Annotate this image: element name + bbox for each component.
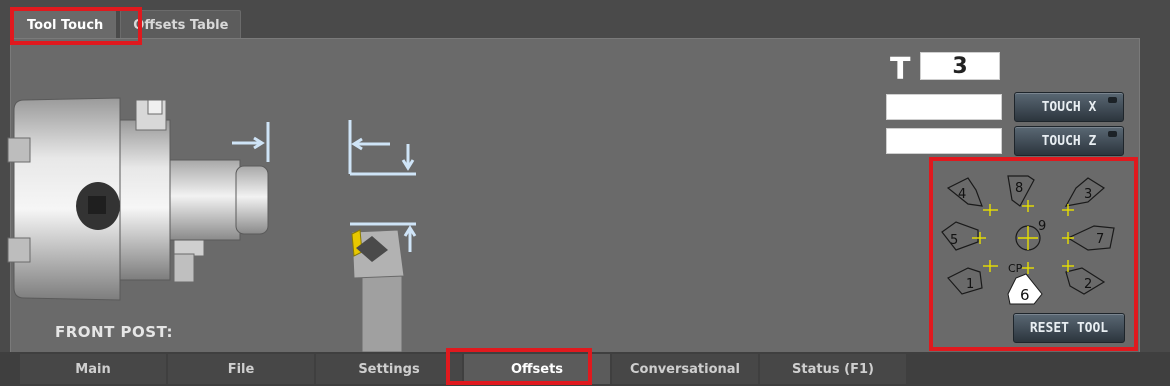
orientation-label-9: 9	[1038, 219, 1046, 234]
lathe-diagram	[7, 97, 417, 352]
tab-offsets[interactable]: Offsets	[464, 354, 610, 384]
orientation-1-shape[interactable]	[947, 267, 983, 295]
orientation-label-3: 3	[1084, 187, 1092, 202]
touch-x-button[interactable]: TOUCH X	[1014, 92, 1124, 122]
touch-x-led-icon	[1108, 97, 1117, 103]
orientation-label-1: 1	[966, 277, 974, 292]
tool-holder-icon	[350, 222, 417, 352]
orientation-label-6: 6	[1020, 286, 1030, 304]
orientation-label-cp: CP	[1008, 262, 1023, 275]
tool-label: T	[890, 52, 911, 87]
touch-z-led-icon	[1108, 131, 1117, 137]
bottom-tab-bar: Main File Settings Offsets Conversationa…	[0, 352, 1170, 386]
orientation-label-2: 2	[1084, 277, 1092, 292]
tab-settings[interactable]: Settings	[316, 354, 462, 384]
orientation-label-8: 8	[1015, 181, 1023, 196]
reset-tool-button-label: RESET TOOL	[1029, 320, 1109, 336]
tab-conversational[interactable]: Conversational	[612, 354, 758, 384]
orientation-5-shape[interactable]	[941, 221, 979, 251]
tab-status[interactable]: Status (F1)	[760, 354, 906, 384]
orientation-labels: 4 8 3 5 7 9 1 2 6 CP	[950, 181, 1104, 304]
tab-main[interactable]: Main	[20, 354, 166, 384]
tab-file[interactable]: File	[168, 354, 314, 384]
tool-orientation-selector: 4 8 3 5 7 9 1 2 6 CP	[938, 168, 1134, 308]
orientation-label-5: 5	[950, 233, 958, 248]
touch-z-button[interactable]: TOUCH Z	[1014, 126, 1124, 156]
orientation-diagram: 4 8 3 5 7 9 1 2 6 CP	[941, 175, 1115, 305]
touch-z-button-label: TOUCH Z	[1041, 133, 1097, 149]
x-touch-arrow-icon	[232, 122, 270, 162]
touch-x-button-label: TOUCH X	[1041, 99, 1097, 115]
crosshair-icons	[972, 200, 1074, 274]
reset-tool-button[interactable]: RESET TOOL	[1013, 313, 1125, 343]
touch-z-field[interactable]	[886, 128, 1002, 154]
orientation-label-4: 4	[958, 187, 966, 202]
touch-x-field[interactable]	[886, 94, 1002, 120]
orientation-7-shape[interactable]	[1066, 225, 1115, 251]
orientation-label-7: 7	[1096, 232, 1104, 247]
front-post-label: FRONT POST:	[55, 323, 174, 341]
z-touch-arrow-icon	[348, 120, 416, 176]
chuck-icon	[7, 97, 269, 301]
tool-number-field[interactable]: 3	[920, 52, 1000, 80]
